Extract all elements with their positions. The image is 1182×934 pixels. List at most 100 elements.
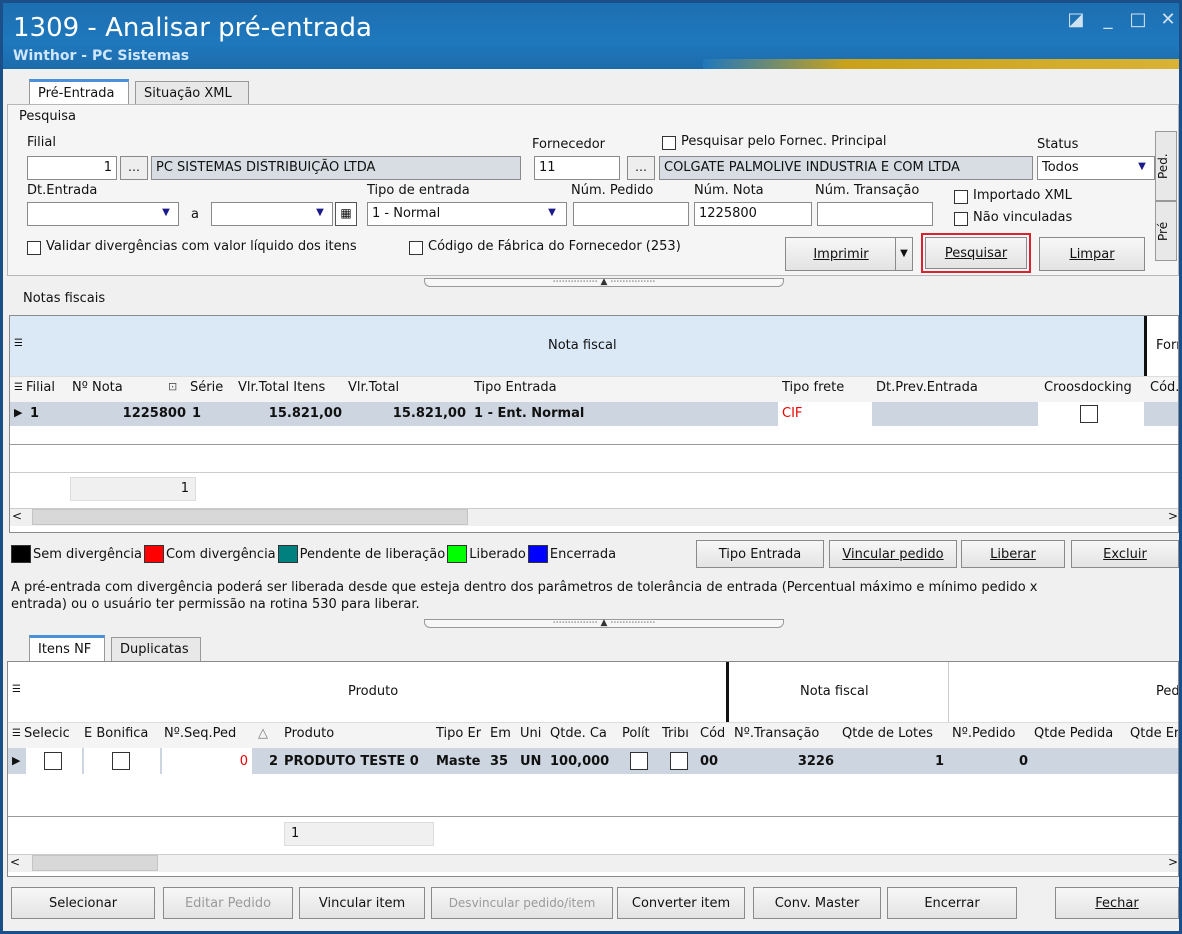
col-tipo-entrada[interactable]: Tipo Entrada — [474, 380, 557, 395]
filial-code-input[interactable]: 1 — [27, 156, 117, 180]
liberar-button[interactable]: Liberar — [961, 540, 1065, 568]
limpar-button[interactable]: Limpar — [1039, 237, 1145, 271]
filial-lookup-button[interactable]: … — [120, 156, 148, 180]
col-vlr-total[interactable]: Vlr.Total — [348, 380, 399, 395]
col-tipo[interactable]: Tipo Er — [436, 726, 486, 741]
excluir-button[interactable]: Excluir — [1071, 540, 1179, 568]
fornec-principal-checkbox[interactable] — [662, 136, 676, 150]
col-nota[interactable]: Nº Nota — [72, 380, 123, 395]
splitter-handle[interactable]: ⋯⋯⋯⋯⋯ ▲ ⋯⋯⋯⋯⋯ — [424, 278, 784, 287]
selecionar-checkbox[interactable] — [44, 752, 62, 770]
politica-checkbox[interactable] — [630, 752, 648, 770]
importado-xml-checkbox[interactable] — [954, 190, 968, 204]
selecionar-button[interactable]: Selecionar — [11, 887, 155, 919]
legend-swatch — [447, 545, 468, 563]
col-serie[interactable]: Série — [190, 380, 223, 395]
chevron-down-icon[interactable]: ▼ — [311, 204, 329, 224]
col-qtde-lotes[interactable]: Qtde de Lotes — [842, 726, 933, 741]
tipo-entrada-button[interactable]: Tipo Entrada — [696, 540, 824, 568]
col-uni[interactable]: Uni — [520, 726, 546, 741]
itens-hscrollbar[interactable] — [8, 854, 1178, 872]
imprimir-button[interactable]: Imprimir — [785, 237, 897, 271]
col-cod[interactable]: Cód — [700, 726, 724, 741]
col-transacao[interactable]: Nº.Transação — [734, 726, 819, 741]
fornecedor-code-input[interactable]: 11 — [534, 156, 620, 180]
band-menu-icon[interactable]: ☰ — [14, 338, 23, 349]
col-tributacao[interactable]: Tribı — [662, 726, 696, 741]
sort-icon[interactable]: △ — [258, 726, 268, 741]
fechar-button[interactable]: Fechar — [1055, 887, 1179, 919]
validar-divergencias-checkbox[interactable] — [27, 241, 41, 255]
num-transacao-input[interactable] — [817, 202, 933, 226]
col-pedido[interactable]: Nº.Pedido — [952, 726, 1015, 741]
header-menu-icon[interactable]: ☰ — [14, 382, 23, 393]
cell-cod: 00 — [700, 754, 719, 769]
desvincular-button[interactable]: Desvincular pedido/item — [431, 887, 613, 919]
croosdocking-checkbox[interactable] — [1080, 405, 1098, 423]
col-em[interactable]: Em — [490, 726, 516, 741]
legend-label: Liberado — [469, 546, 526, 562]
tributacao-checkbox[interactable] — [670, 752, 688, 770]
pesquisar-button[interactable]: Pesquisar — [925, 237, 1027, 269]
cell-vlr-total: 15.821,00 — [392, 406, 466, 421]
nao-vinculadas-checkbox[interactable] — [954, 212, 968, 226]
col-selecionar[interactable]: Selecic — [24, 726, 80, 741]
conv-master-button[interactable]: Conv. Master — [753, 887, 881, 919]
header-menu-icon[interactable]: ☰ — [12, 728, 21, 739]
chevron-down-icon[interactable]: ▼ — [157, 204, 175, 224]
bonificacao-checkbox[interactable] — [112, 752, 130, 770]
calendar-icon[interactable]: ▦ — [335, 202, 357, 226]
encerrar-button[interactable]: Encerrar — [887, 887, 1017, 919]
scroll-right-icon[interactable]: > — [1168, 509, 1178, 523]
vincular-item-button[interactable]: Vincular item — [299, 887, 425, 919]
imprimir-dropdown-icon[interactable]: ▼ — [895, 237, 913, 271]
splitter-handle[interactable]: ⋯⋯⋯⋯⋯ ▲ ⋯⋯⋯⋯⋯ — [424, 619, 784, 628]
minimize-icon[interactable]: _ — [1095, 9, 1121, 31]
scroll-thumb[interactable] — [32, 509, 468, 525]
band-menu-icon[interactable]: ☰ — [12, 684, 21, 695]
chevron-down-icon[interactable]: ▼ — [543, 204, 561, 224]
scroll-right-icon[interactable]: > — [1168, 855, 1178, 869]
cell-seq-ped: 0 — [239, 754, 248, 769]
filter-icon[interactable]: ⊡ — [168, 380, 177, 393]
col-cod[interactable]: Cód. — [1150, 380, 1178, 395]
col-seq-ped[interactable]: Nº.Seq.Ped — [164, 726, 252, 741]
col-bonificacao[interactable]: E Bonifica — [84, 726, 160, 741]
col-qtde-caixa[interactable]: Qtde. Ca — [550, 726, 618, 741]
side-tab-ped[interactable]: Ped. — [1155, 131, 1177, 201]
editar-pedido-button[interactable]: Editar Pedido — [163, 887, 293, 919]
vincular-pedido-button[interactable]: Vincular pedido — [829, 540, 957, 568]
restore-icon[interactable]: ◪ — [1063, 9, 1089, 31]
col-filial[interactable]: Filial — [26, 380, 55, 395]
codigo-fabrica-checkbox[interactable] — [409, 241, 423, 255]
scroll-left-icon[interactable]: < — [12, 509, 22, 523]
title-bar: 1309 - Analisar pré-entrada Winthor - PC… — [3, 3, 1179, 69]
close-icon[interactable]: ✕ — [1155, 9, 1181, 31]
tipo-entrada-select[interactable]: 1 - Normal — [367, 202, 567, 226]
col-vlr-itens[interactable]: Vlr.Total Itens — [238, 380, 325, 395]
col-dt-prev[interactable]: Dt.Prev.Entrada — [876, 380, 978, 395]
chevron-down-icon[interactable]: ▼ — [1133, 158, 1151, 178]
legend-swatch — [11, 545, 31, 563]
cell-tipo-entrada: 1 - Ent. Normal — [474, 406, 585, 421]
col-qtde-entrada[interactable]: Qtde Er — [1130, 726, 1178, 741]
num-pedido-input[interactable] — [573, 202, 689, 226]
num-nota-input[interactable]: 1225800 — [694, 202, 812, 226]
scroll-left-icon[interactable]: < — [10, 855, 20, 869]
col-politica[interactable]: Polít — [622, 726, 658, 741]
maximize-icon[interactable]: □ — [1125, 9, 1151, 31]
scroll-thumb[interactable] — [32, 855, 158, 871]
dt-entrada-label: Dt.Entrada — [27, 183, 98, 198]
col-qtde-pedida[interactable]: Qtde Pedida — [1034, 726, 1113, 741]
fornecedor-lookup-button[interactable]: … — [627, 156, 655, 180]
tab-pre-entrada[interactable]: Pré-Entrada — [29, 79, 129, 105]
tab-situacao-xml[interactable]: Situação XML — [135, 81, 249, 105]
converter-item-button[interactable]: Converter item — [617, 887, 745, 919]
tab-itens-nf[interactable]: Itens NF — [29, 635, 105, 661]
col-croosdocking[interactable]: Croosdocking — [1044, 380, 1132, 395]
tab-duplicatas[interactable]: Duplicatas — [111, 637, 201, 661]
side-tab-pre[interactable]: Pré — [1155, 201, 1177, 261]
cell-vlr-itens: 15.821,00 — [268, 406, 342, 421]
col-tipo-frete[interactable]: Tipo frete — [782, 380, 844, 395]
col-produto[interactable]: Produto — [284, 726, 334, 741]
